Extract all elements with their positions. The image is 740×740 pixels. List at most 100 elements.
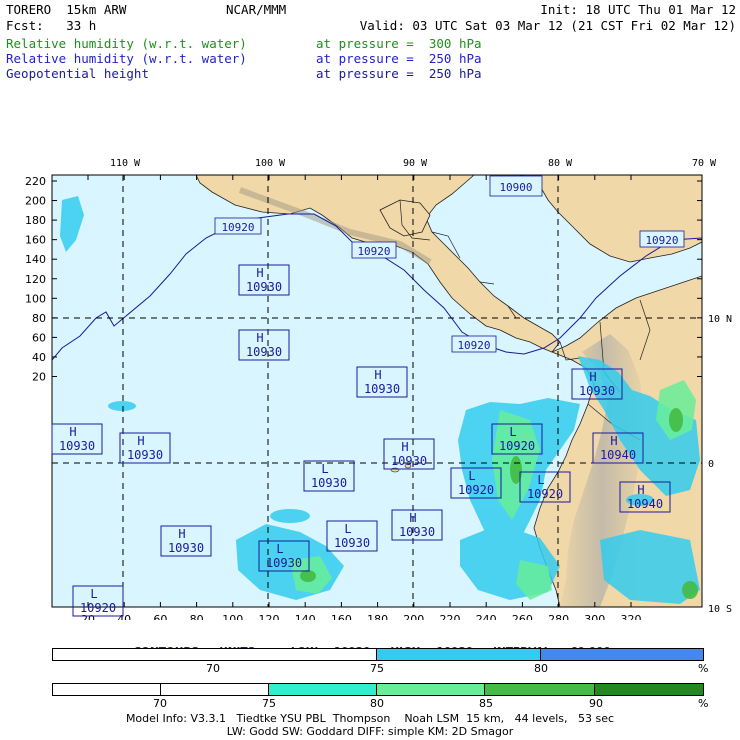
x-tick-label: 120	[259, 613, 280, 620]
contour-label: 10920	[357, 245, 390, 258]
valid-time: Valid: 03 UTC Sat 03 Mar 12 (21 CST Fri …	[359, 18, 736, 33]
contour-label: 10920	[645, 234, 678, 247]
field-3-pressure: at pressure = 250 hPa	[316, 66, 482, 81]
forecast-map: 22020018016014012010080604020 20 40 60 80 10…	[25, 158, 732, 620]
lon-label-80w: 80 W	[548, 158, 573, 169]
pressure-center-value: 10930	[168, 541, 204, 555]
pressure-center-kind: H	[178, 527, 185, 541]
x-tick-label: 60	[153, 613, 167, 620]
y-tick-label: 160	[25, 234, 46, 247]
pressure-center-kind: H	[69, 425, 76, 439]
y-tick-label: 40	[32, 351, 46, 364]
pressure-center-kind: H	[610, 434, 617, 448]
x-tick-label: 160	[331, 613, 352, 620]
legend-300-band-3	[269, 684, 377, 695]
legend-300-tick: 70	[153, 697, 167, 710]
legend-250-band-2	[377, 649, 541, 660]
run-title: TORERO 15km ARW	[6, 2, 127, 17]
x-tick-label: 320	[621, 613, 642, 620]
y-tick-label: 120	[25, 273, 46, 286]
legend-250-band-1	[53, 649, 377, 660]
pressure-center-value: 10930	[246, 345, 282, 359]
legend-250hpa	[52, 648, 704, 661]
legend-300-tick: 85	[479, 697, 493, 710]
x-tick-label: 240	[476, 613, 497, 620]
model-info-line1: Model Info: V3.3.1 Tiedtke YSU PBL Thomp…	[125, 712, 615, 725]
legend-300-band-6	[595, 684, 703, 695]
pressure-center-value: 10930	[246, 280, 282, 294]
x-tick-label: 280	[548, 613, 569, 620]
field-3-name: Geopotential height	[6, 66, 149, 81]
pressure-center-value: 10930	[59, 439, 95, 453]
pressure-center-value: 10930	[391, 454, 427, 468]
legend-250-tick: 70	[206, 662, 220, 675]
legend-250-tick: 80	[534, 662, 548, 675]
pressure-center-value: 10930	[399, 525, 435, 539]
pressure-center-kind: H	[401, 440, 408, 454]
pressure-center-kind: H	[374, 368, 381, 382]
contour-label: 10920	[457, 339, 490, 352]
pressure-center-value: 10930	[311, 476, 347, 490]
pressure-center-kind: L	[276, 542, 283, 556]
lat-label-0: 0	[708, 459, 714, 470]
x-tick-label: 300	[584, 613, 605, 620]
lon-label-70w: 70 W	[692, 158, 717, 169]
legend-300-tick: 90	[589, 697, 603, 710]
pressure-center-kind: L	[537, 473, 544, 487]
legend-300-tick: 80	[370, 697, 384, 710]
field-1-pressure: at pressure = 300 hPa	[316, 36, 482, 51]
legend-300-tick: 75	[262, 697, 276, 710]
pressure-center-kind: L	[321, 462, 328, 476]
legend-300-band-1	[53, 684, 161, 695]
contour-label: 10920	[221, 221, 254, 234]
lon-label-110w: 110 W	[110, 158, 141, 169]
forecast-hour: Fcst: 33 h	[6, 18, 97, 33]
y-tick-label: 200	[25, 195, 46, 208]
pressure-center-kind: L	[509, 425, 516, 439]
legend-300-band-5	[485, 684, 595, 695]
model-info-line2: LW: Godd SW: Goddard DIFF: simple KM: 2D…	[226, 725, 514, 738]
x-tick-label: 220	[440, 613, 461, 620]
pressure-center-kind: L	[90, 587, 97, 601]
pressure-center-value: 10930	[127, 448, 163, 462]
y-tick-label: 180	[25, 214, 46, 227]
pressure-center-kind: H	[137, 434, 144, 448]
legend-250-band-3	[541, 649, 703, 660]
x-tick-label: 200	[403, 613, 424, 620]
y-tick-label: 60	[32, 331, 46, 344]
y-tick-label: 220	[25, 175, 46, 188]
pressure-center-kind: L	[344, 522, 351, 536]
x-tick-label: 100	[222, 613, 243, 620]
pressure-center-value: 10920	[80, 601, 116, 615]
pressure-center-value: 10930	[266, 556, 302, 570]
pressure-center-value: 10920	[527, 487, 563, 501]
legend-300-band-2	[161, 684, 269, 695]
lat-label-10s: 10 S	[708, 604, 732, 615]
y-tick-label: 140	[25, 253, 46, 266]
legend-300-unit: %	[698, 697, 709, 710]
pressure-center-value: 10930	[364, 382, 400, 396]
lon-label-100w: 100 W	[255, 158, 286, 169]
pressure-center-kind: H	[256, 331, 263, 345]
legend-300-band-4	[377, 684, 485, 695]
y-tick-label: 100	[25, 292, 46, 305]
x-tick-label: 260	[512, 613, 533, 620]
contour-label: 10900	[499, 181, 532, 194]
x-tick-label: 140	[295, 613, 316, 620]
lat-label-10n: 10 N	[708, 314, 732, 325]
x-tick-label: 80	[190, 613, 204, 620]
legend-250-unit: %	[698, 662, 709, 675]
pressure-center-value: 10930	[334, 536, 370, 550]
x-tick-label: 180	[367, 613, 388, 620]
pressure-center-value: 10940	[627, 497, 663, 511]
pressure-center-kind: H	[409, 511, 416, 525]
pressure-center-kind: H	[589, 370, 596, 384]
lon-label-90w: 90 W	[403, 158, 428, 169]
pressure-center-kind: H	[637, 483, 644, 497]
legend-250-tick: 75	[370, 662, 384, 675]
pressure-center-value: 10920	[499, 439, 535, 453]
field-1-name: Relative humidity (w.r.t. water)	[6, 36, 247, 51]
field-2-pressure: at pressure = 250 hPa	[316, 51, 482, 66]
pressure-center-value: 10940	[600, 448, 636, 462]
legend-300hpa	[52, 683, 704, 696]
